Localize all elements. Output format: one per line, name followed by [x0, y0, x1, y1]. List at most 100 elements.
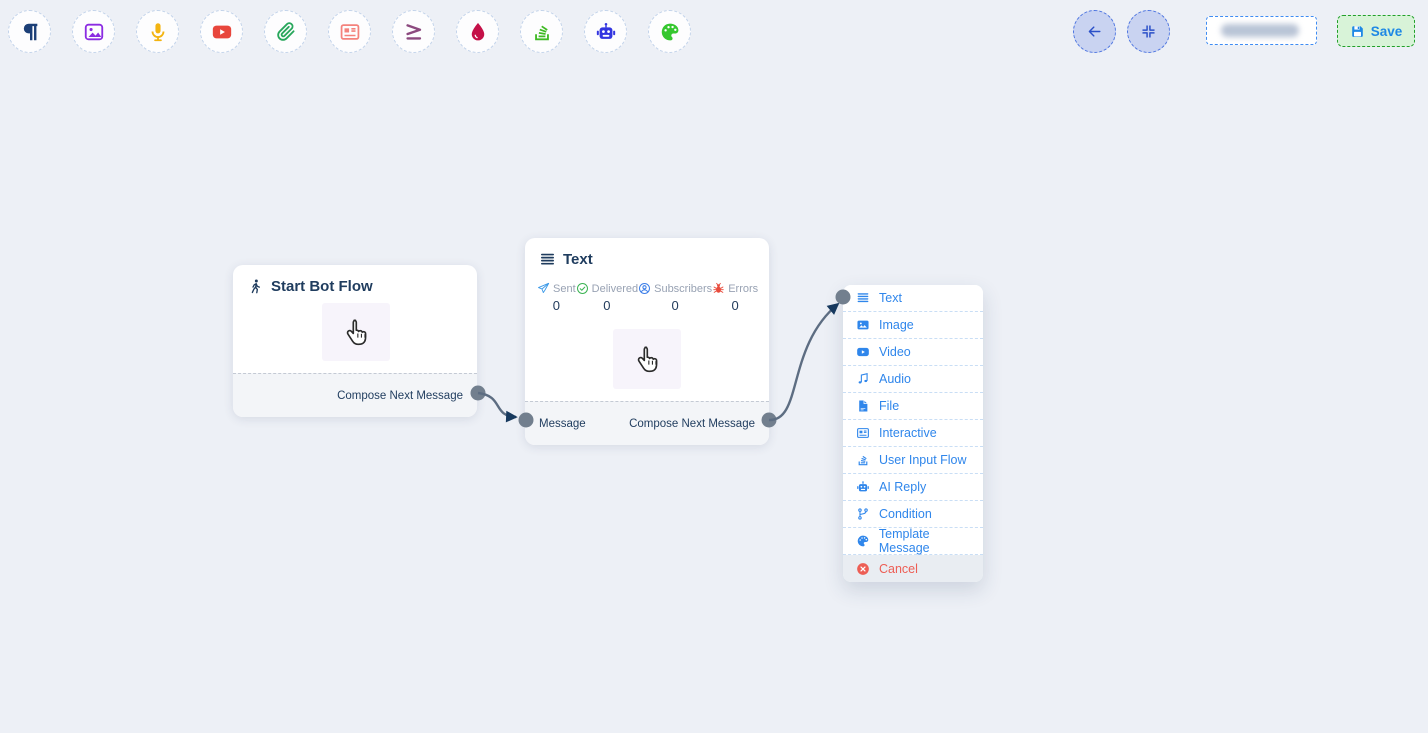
- youtube-play-icon: [211, 21, 233, 43]
- menu-item-user-input-flow-label: User Input Flow: [879, 453, 967, 467]
- compress-icon: [1140, 23, 1157, 40]
- check-circle-icon: [576, 282, 589, 295]
- node-text-footer: Message Compose Next Message: [525, 401, 769, 445]
- menu-item-template-message[interactable]: Template Message: [843, 528, 983, 555]
- stat-subscribers: Subscribers 0: [638, 282, 712, 313]
- node-start-drag-area[interactable]: [322, 303, 390, 361]
- newspaper-icon: [339, 21, 361, 43]
- node-text-input-label[interactable]: Message: [539, 418, 586, 430]
- toolbar-button-droplet[interactable]: [456, 10, 499, 53]
- node-start-title: Start Bot Flow: [271, 278, 373, 295]
- node-start-footer: Compose Next Message: [233, 373, 477, 417]
- node-text[interactable]: Text Sent 0 Delivered 0 Subscribers 0 Er…: [525, 238, 769, 445]
- toolbar-button-text[interactable]: [8, 10, 51, 53]
- toolbar-button-image[interactable]: [72, 10, 115, 53]
- code-branch-icon: [856, 507, 870, 521]
- toolbar-button-condition[interactable]: [392, 10, 435, 53]
- image-icon: [83, 21, 105, 43]
- menu-item-interactive[interactable]: Interactive: [843, 420, 983, 447]
- robot-icon: [595, 21, 617, 43]
- hand-pointer-icon: [631, 343, 664, 376]
- stat-errors-value: 0: [732, 298, 739, 313]
- menu-item-text-label: Text: [879, 291, 902, 305]
- user-circle-icon: [638, 282, 651, 295]
- text-lines-icon: [539, 251, 556, 268]
- save-button[interactable]: Save: [1337, 15, 1415, 47]
- fit-view-button[interactable]: [1127, 10, 1170, 53]
- save-button-label: Save: [1371, 24, 1403, 39]
- stat-subscribers-label: Subscribers: [654, 283, 712, 295]
- toolbar-button-file[interactable]: [264, 10, 307, 53]
- menu-item-user-input-flow[interactable]: User Input Flow: [843, 447, 983, 474]
- toolbar-button-user-input-flow[interactable]: [520, 10, 563, 53]
- paper-plane-icon: [537, 282, 550, 295]
- menu-item-condition-label: Condition: [879, 507, 932, 521]
- node-start-output-label[interactable]: Compose Next Message: [337, 390, 463, 402]
- menu-item-image-label: Image: [879, 318, 914, 332]
- menu-item-interactive-label: Interactive: [879, 426, 937, 440]
- text-lines-icon: [856, 291, 870, 305]
- edge-text-to-menu: [769, 304, 838, 420]
- menu-item-text[interactable]: Text: [843, 285, 983, 312]
- node-text-title: Text: [563, 251, 593, 268]
- toolbar-button-template-message[interactable]: [648, 10, 691, 53]
- paperclip-icon: [275, 21, 297, 43]
- robot-icon: [856, 480, 870, 494]
- node-text-drag-area[interactable]: [613, 329, 681, 389]
- menu-item-file-label: File: [879, 399, 899, 413]
- menu-item-ai-reply[interactable]: AI Reply: [843, 474, 983, 501]
- music-note-icon: [856, 372, 870, 386]
- toolbar-button-interactive[interactable]: [328, 10, 371, 53]
- palette-icon: [659, 21, 681, 43]
- palette-icon: [856, 534, 870, 548]
- menu-item-file[interactable]: File: [843, 393, 983, 420]
- menu-item-audio[interactable]: Audio: [843, 366, 983, 393]
- stat-delivered: Delivered 0: [576, 282, 638, 313]
- save-icon: [1350, 24, 1365, 39]
- x-circle-icon: [856, 562, 870, 576]
- menu-item-image[interactable]: Image: [843, 312, 983, 339]
- toolbar-button-ai-reply[interactable]: [584, 10, 627, 53]
- menu-item-ai-reply-label: AI Reply: [879, 480, 926, 494]
- back-button[interactable]: [1073, 10, 1116, 53]
- stat-sent-value: 0: [553, 298, 560, 313]
- menu-item-audio-label: Audio: [879, 372, 911, 386]
- menu-item-cancel-label: Cancel: [879, 562, 918, 576]
- stat-errors: Errors 0: [712, 282, 758, 313]
- image-icon: [856, 318, 870, 332]
- menu-item-cancel[interactable]: Cancel: [843, 555, 983, 582]
- toolbar-button-video[interactable]: [200, 10, 243, 53]
- element-toolbar: [8, 10, 691, 53]
- greater-equal-icon: [403, 21, 425, 43]
- menu-item-video[interactable]: Video: [843, 339, 983, 366]
- droplet-icon: [467, 21, 489, 43]
- node-type-context-menu: Text Image Video Audio File Interactive …: [843, 285, 983, 582]
- stat-sent: Sent 0: [537, 282, 576, 313]
- stack-icon: [531, 21, 553, 43]
- menu-item-condition[interactable]: Condition: [843, 501, 983, 528]
- stat-delivered-label: Delivered: [592, 283, 638, 295]
- bug-icon: [712, 282, 725, 295]
- stack-icon: [856, 453, 870, 467]
- pilcrow-icon: [19, 21, 41, 43]
- node-text-header: Text: [525, 238, 769, 268]
- newspaper-icon: [856, 426, 870, 440]
- node-start-bot-flow[interactable]: Start Bot Flow Compose Next Message: [233, 265, 477, 417]
- stat-delivered-value: 0: [603, 298, 610, 313]
- toolbar-button-audio[interactable]: [136, 10, 179, 53]
- flow-title-input[interactable]: [1206, 16, 1317, 45]
- arrow-left-icon: [1086, 23, 1103, 40]
- blurred-title-text: [1221, 24, 1299, 37]
- node-start-header: Start Bot Flow: [233, 265, 477, 295]
- video-icon: [856, 345, 870, 359]
- menu-item-template-message-label: Template Message: [879, 527, 983, 555]
- hand-pointer-icon: [340, 316, 373, 349]
- node-text-output-label[interactable]: Compose Next Message: [629, 418, 755, 430]
- walking-person-icon: [247, 278, 264, 295]
- file-icon: [856, 399, 870, 413]
- microphone-icon: [147, 21, 169, 43]
- stat-errors-label: Errors: [728, 283, 758, 295]
- node-text-stats: Sent 0 Delivered 0 Subscribers 0 Errors …: [525, 268, 769, 313]
- edge-start-to-text: [478, 393, 516, 417]
- stat-sent-label: Sent: [553, 283, 576, 295]
